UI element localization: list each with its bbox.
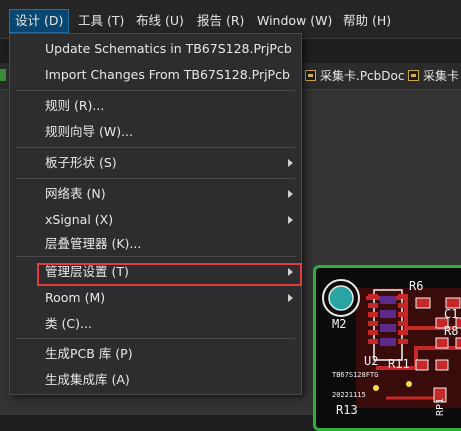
highlight-box <box>37 263 302 286</box>
menu-item-label: 生成PCB 库 (P) <box>45 346 133 361</box>
tab-second-doc[interactable]: 采集卡 <box>408 67 459 85</box>
menu-separator <box>16 178 295 179</box>
menu-separator <box>16 256 295 257</box>
menu-item-label: 类 (C)... <box>45 316 92 331</box>
menu-separator <box>16 338 295 339</box>
pcb-document-icon <box>408 70 419 81</box>
mounting-hole-pad <box>328 285 354 311</box>
menu-item-label: 层叠管理器 (K)... <box>45 236 142 251</box>
menu-item-label: Update Schematics in TB67S128.PrjPcb <box>45 41 292 56</box>
menu-item-make-integrated-library[interactable]: 生成集成库 (A) <box>10 367 301 393</box>
via <box>373 385 379 391</box>
pcb-label-r8: R8 <box>444 324 459 338</box>
pcb-label-m2: M2 <box>332 317 347 331</box>
menu-separator <box>16 90 295 91</box>
pcb-label-r13: R13 <box>336 403 358 417</box>
menu-item-netlist[interactable]: 网络表 (N) <box>10 181 301 207</box>
menu-item-label: 规则 (R)... <box>45 98 105 113</box>
menu-help[interactable]: 帮助 (H) <box>338 10 396 32</box>
menu-item-xsignal[interactable]: xSignal (X) <box>10 207 301 233</box>
pcb-board[interactable]: R6 C1 R8 M2 U2 R11 TB67S128FTG 20221115 … <box>313 265 461 431</box>
pcb-label-date: 20221115 <box>332 391 366 399</box>
tab-strip-marker-icon <box>0 69 6 81</box>
menu-window[interactable]: Window (W) <box>252 10 337 32</box>
menu-design[interactable]: 设计 (D) <box>9 9 70 33</box>
tab-pcbdoc-label: 采集卡.PcbDoc <box>320 69 405 83</box>
pcb-label-r6: R6 <box>409 279 424 293</box>
menu-item-layer-stack-manager[interactable]: 层叠管理器 (K)... <box>10 231 301 257</box>
menu-item-label: 生成集成库 (A) <box>45 372 130 387</box>
via <box>406 381 412 387</box>
menu-item-label: Import Changes From TB67S128.PrjPcb <box>45 67 290 82</box>
menu-item-label: Room (M) <box>45 290 106 305</box>
submenu-arrow-icon <box>288 190 293 198</box>
menu-item-rules-wizard[interactable]: 规则向导 (W)... <box>10 119 301 145</box>
menu-route[interactable]: 布线 (U) <box>131 10 189 32</box>
menu-tools[interactable]: 工具 (T) <box>73 10 129 32</box>
menu-item-room[interactable]: Room (M) <box>10 285 301 311</box>
menu-item-classes[interactable]: 类 (C)... <box>10 311 301 337</box>
tab-second-doc-label: 采集卡 <box>423 69 460 83</box>
menu-item-label: xSignal (X) <box>45 212 114 227</box>
design-dropdown-menu: Update Schematics in TB67S128.PrjPcb Imp… <box>9 33 302 395</box>
pcb-label-u2: U2 <box>364 354 379 368</box>
menu-item-rules[interactable]: 规则 (R)... <box>10 93 301 119</box>
menu-item-import-changes[interactable]: Import Changes From TB67S128.PrjPcb <box>10 62 301 88</box>
pcb-label-rp1: RP1 <box>435 397 447 417</box>
submenu-arrow-icon <box>288 159 293 167</box>
menu-item-board-shape[interactable]: 板子形状 (S) <box>10 150 301 176</box>
submenu-arrow-icon <box>288 216 293 224</box>
tab-pcbdoc[interactable]: 采集卡.PcbDoc <box>305 67 404 85</box>
menu-separator <box>16 147 295 148</box>
pcb-label-chip: TB67S128FTG <box>332 371 379 379</box>
menu-item-label: 板子形状 (S) <box>45 155 117 170</box>
menu-reports[interactable]: 报告 (R) <box>192 10 249 32</box>
pcb-label-c1: C1 <box>444 307 459 321</box>
menu-item-label: 网络表 (N) <box>45 186 106 201</box>
menu-item-label: 规则向导 (W)... <box>45 124 134 139</box>
submenu-arrow-icon <box>288 294 293 302</box>
pcb-label-r11: R11 <box>388 357 410 371</box>
menu-item-update-schematics[interactable]: Update Schematics in TB67S128.PrjPcb <box>10 36 301 62</box>
menu-item-make-pcb-library[interactable]: 生成PCB 库 (P) <box>10 341 301 367</box>
pcb-document-icon <box>305 70 316 81</box>
